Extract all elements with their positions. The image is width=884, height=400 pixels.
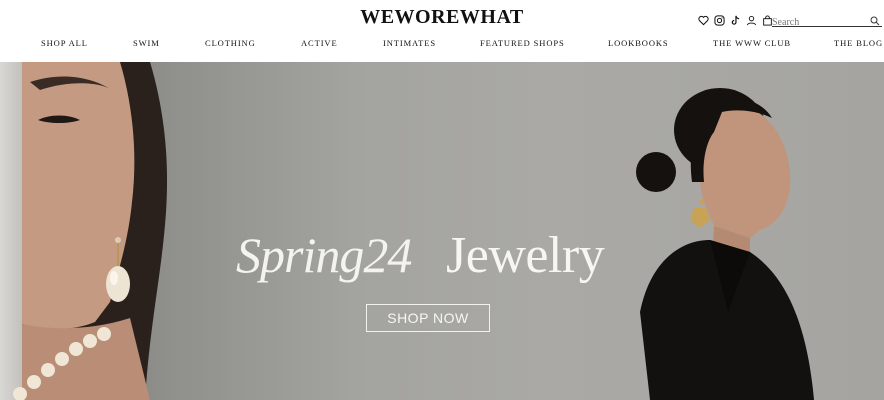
header-icons: [698, 13, 773, 26]
nav-item-blog[interactable]: THE BLOG: [834, 38, 883, 48]
tiktok-icon[interactable]: [730, 13, 741, 25]
hero-headline: Spring24 Jewelry: [0, 226, 884, 296]
nav-item-www-club[interactable]: THE WWW CLUB: [713, 38, 791, 48]
headline-bold: Jewelry: [446, 227, 605, 284]
heart-icon[interactable]: [698, 13, 709, 26]
nav-item-swim[interactable]: SWIM: [133, 38, 160, 48]
hero-banner[interactable]: Spring24 Jewelry SHOP NOW: [0, 62, 884, 400]
nav-item-lookbooks[interactable]: LOOKBOOKS: [608, 38, 669, 48]
search-box: [772, 12, 882, 30]
nav-item-active[interactable]: ACTIVE: [301, 38, 338, 48]
nav-item-featured-shops[interactable]: FEATURED SHOPS: [480, 38, 565, 48]
main-nav: SHOP ALL SWIM CLOTHING ACTIVE INTIMATES …: [0, 38, 884, 52]
shop-now-button[interactable]: SHOP NOW: [366, 304, 490, 332]
search-input[interactable]: [772, 15, 864, 30]
nav-item-intimates[interactable]: INTIMATES: [383, 38, 436, 48]
nav-item-shop-all[interactable]: SHOP ALL: [41, 38, 88, 48]
search-icon[interactable]: [870, 13, 880, 26]
site-header: WEWOREWHAT SHOP ALL SWIM CLOTHING ACTIVE…: [0, 0, 884, 62]
headline-script: Spring24: [236, 227, 412, 283]
account-icon[interactable]: [746, 13, 757, 26]
nav-item-clothing[interactable]: CLOTHING: [205, 38, 256, 48]
instagram-icon[interactable]: [714, 13, 725, 26]
